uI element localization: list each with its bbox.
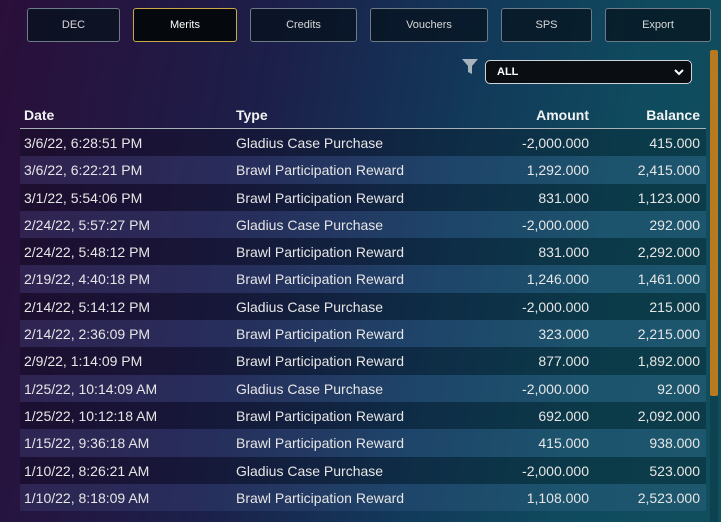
cell-amount: -2,000.000: [522, 380, 589, 397]
cell-amount: 877.000: [538, 353, 589, 370]
tab-dec[interactable]: DEC: [27, 8, 120, 42]
cell-type: Brawl Participation Reward: [236, 407, 405, 424]
cell-balance: 1,892.000: [637, 353, 700, 370]
table-row: 2/19/22, 4:40:18 PM Brawl Participation R…: [20, 265, 706, 293]
cell-balance: 2,092.000: [637, 407, 700, 424]
scrollbar-thumb[interactable]: [710, 50, 718, 396]
cell-amount: 831.000: [538, 244, 589, 261]
cell-date: 2/24/22, 5:48:12 PM: [24, 244, 151, 261]
cell-date: 3/6/22, 6:22:21 PM: [24, 162, 143, 179]
table-row: 1/25/22, 10:12:18 AM Brawl Participation …: [20, 401, 706, 430]
cell-balance: 1,123.000: [637, 189, 700, 206]
cell-amount: 1,108.000: [526, 489, 589, 506]
cell-date: 2/24/22, 5:57:27 PM: [24, 216, 151, 233]
cell-type: Brawl Participation Reward: [236, 489, 405, 506]
cell-date: 1/25/22, 10:14:09 AM: [24, 380, 158, 397]
header-type: Type: [236, 107, 268, 123]
cell-date: 1/15/22, 9:36:18 AM: [24, 435, 150, 452]
table-row: 1/25/22, 10:14:09 AM Gladius Case Purchas…: [20, 374, 706, 402]
cell-type: Brawl Participation Reward: [236, 162, 405, 179]
cell-amount: 323.000: [538, 326, 589, 343]
cell-balance: 938.000: [649, 435, 700, 452]
cell-amount: 1,292.000: [526, 162, 589, 179]
table-row: 1/15/22, 9:36:18 AM Brawl Participation R…: [20, 429, 706, 457]
cell-date: 2/14/22, 2:36:09 PM: [24, 326, 151, 343]
table-row: 2/24/22, 5:57:27 PM Gladius Case Purchase…: [20, 210, 706, 239]
transactions-table: Date Type Amount Balance 3/6/22, 6:28:51…: [20, 100, 706, 512]
table-row: 1/10/22, 8:18:09 AM Brawl Participation R…: [20, 483, 706, 512]
tab-merits[interactable]: Merits: [133, 8, 237, 42]
filter-icon[interactable]: [462, 59, 478, 75]
table-row: 3/1/22, 5:54:06 PM Brawl Participation Re…: [20, 183, 706, 211]
filter-area: ALL: [462, 59, 692, 85]
cell-balance: 1,461.000: [637, 271, 700, 288]
cell-date: 1/10/22, 8:18:09 AM: [24, 489, 150, 506]
cell-type: Brawl Participation Reward: [236, 435, 405, 452]
cell-balance: 2,292.000: [637, 244, 700, 261]
cell-type: Gladius Case Purchase: [236, 216, 384, 233]
header-balance: Balance: [646, 107, 700, 123]
cell-type: Brawl Participation Reward: [236, 271, 405, 288]
cell-balance: 2,415.000: [637, 162, 700, 179]
table-row: 2/24/22, 5:48:12 PM Brawl Participation R…: [20, 238, 706, 266]
cell-date: 2/9/22, 1:14:09 PM: [24, 353, 143, 370]
table-header: Date Type Amount Balance: [20, 100, 706, 129]
cell-amount: -2,000.000: [522, 298, 589, 315]
cell-balance: 415.000: [649, 135, 700, 151]
header-amount: Amount: [536, 107, 589, 123]
cell-type: Gladius Case Purchase: [236, 135, 384, 151]
cell-date: 1/25/22, 10:12:18 AM: [24, 407, 158, 424]
table-row: 2/9/22, 1:14:09 PM Brawl Participation Re…: [20, 347, 706, 375]
cell-amount: -2,000.000: [522, 462, 589, 479]
cell-type: Brawl Participation Reward: [236, 353, 405, 370]
cell-date: 3/1/22, 5:54:06 PM: [24, 189, 143, 206]
table-row: 3/6/22, 6:28:51 PM Gladius Case Purchase -…: [20, 129, 706, 157]
scrollbar[interactable]: [710, 50, 718, 522]
table-row: 3/6/22, 6:22:21 PM Brawl Participation Re…: [20, 156, 706, 184]
cell-date: 3/6/22, 6:28:51 PM: [24, 135, 143, 151]
cell-balance: 523.000: [649, 462, 700, 479]
cell-balance: 215.000: [649, 298, 700, 315]
chevron-down-icon: [674, 69, 684, 76]
tab-export[interactable]: Export: [605, 8, 711, 42]
table-row: 2/14/22, 2:36:09 PM Brawl Participation R…: [20, 320, 706, 348]
cell-type: Brawl Participation Reward: [236, 326, 405, 343]
cell-balance: 92.000: [657, 380, 700, 397]
tab-credits[interactable]: Credits: [250, 8, 357, 42]
cell-amount: 415.000: [538, 435, 589, 452]
cell-amount: 692.000: [538, 407, 589, 424]
select-value: ALL: [497, 66, 519, 78]
cell-date: 2/14/22, 5:14:12 PM: [24, 298, 151, 315]
cell-amount: -2,000.000: [522, 216, 589, 233]
cell-balance: 292.000: [649, 216, 700, 233]
cell-type: Gladius Case Purchase: [236, 462, 384, 479]
table-body: 3/6/22, 6:28:51 PM Gladius Case Purchase -…: [20, 129, 706, 512]
cell-type: Brawl Participation Reward: [236, 244, 405, 261]
cell-amount: 831.000: [538, 189, 589, 206]
cell-type: Gladius Case Purchase: [236, 380, 384, 397]
cell-balance: 2,215.000: [637, 326, 700, 343]
cell-amount: 1,246.000: [526, 271, 589, 288]
tab-vouchers[interactable]: Vouchers: [370, 8, 488, 42]
table-row: 1/10/22, 8:26:21 AM Gladius Case Purchase…: [20, 456, 706, 484]
cell-type: Brawl Participation Reward: [236, 189, 405, 206]
type-filter-select[interactable]: ALL: [485, 60, 692, 84]
table-row: 2/14/22, 5:14:12 PM Gladius Case Purchase…: [20, 292, 706, 321]
tab-sps[interactable]: SPS: [501, 8, 592, 42]
cell-amount: -2,000.000: [522, 135, 589, 151]
cell-date: 1/10/22, 8:26:21 AM: [24, 462, 150, 479]
cell-date: 2/19/22, 4:40:18 PM: [24, 271, 151, 288]
header-date: Date: [24, 107, 55, 123]
cell-type: Gladius Case Purchase: [236, 298, 384, 315]
cell-balance: 2,523.000: [637, 489, 700, 506]
tab-bar: DEC Merits Credits Vouchers SPS Export: [27, 8, 711, 44]
